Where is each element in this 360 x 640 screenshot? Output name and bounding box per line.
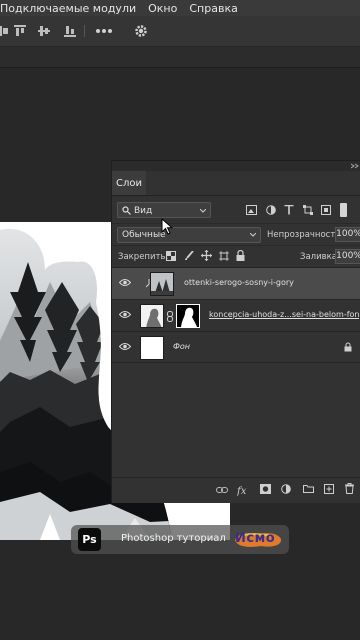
blend-mode-select[interactable]: Обычные bbox=[117, 227, 261, 243]
blend-opacity-row: Обычные Непрозрачность: 100% bbox=[112, 223, 360, 246]
lock-fill-row: Закрепить: Заливка: 100% bbox=[112, 245, 360, 268]
lock-artboard-icon[interactable] bbox=[219, 251, 229, 261]
fill-field[interactable]: 100% bbox=[335, 249, 360, 264]
settings-gear-icon[interactable] bbox=[134, 24, 148, 38]
layer-filter-row: Вид bbox=[112, 197, 360, 223]
layer-row-background[interactable]: Фон bbox=[112, 331, 360, 363]
align-top-icon[interactable] bbox=[14, 25, 26, 37]
layer-row-koncepcia[interactable]: koncepcia-uhoda-z...sei-na-belom-fone bbox=[112, 299, 360, 331]
delete-icon[interactable] bbox=[345, 483, 354, 494]
filter-smart-object-icon[interactable] bbox=[321, 205, 331, 215]
fx-icon[interactable]: fx bbox=[237, 484, 250, 496]
watermark-text: Photoshop туториал bbox=[121, 533, 226, 544]
layer-mask-thumbnail[interactable] bbox=[176, 304, 200, 328]
filter-type-icon[interactable] bbox=[284, 205, 294, 215]
lock-label: Закрепить: bbox=[118, 252, 169, 262]
chevron-down-icon bbox=[250, 233, 256, 237]
filter-kind-label: Вид bbox=[134, 206, 153, 216]
adjustment-icon[interactable] bbox=[281, 484, 291, 494]
align-vcenter-icon[interactable] bbox=[38, 25, 50, 37]
tutorial-watermark: Ps Photoshop туториал Исмо bbox=[71, 525, 289, 554]
group-icon[interactable] bbox=[303, 484, 314, 493]
lock-transparent-pixels-icon[interactable] bbox=[166, 251, 176, 261]
filter-kind-select[interactable]: Вид bbox=[117, 202, 211, 218]
visibility-eye-icon[interactable] bbox=[119, 310, 131, 319]
lock-all-icon[interactable] bbox=[236, 250, 245, 261]
layer-thumbnail bbox=[140, 304, 164, 328]
svg-text:fx: fx bbox=[237, 486, 247, 496]
panel-divider bbox=[112, 195, 360, 196]
chevron-down-icon bbox=[200, 209, 206, 213]
panel-header-bar bbox=[112, 161, 360, 171]
tab-layers[interactable]: Слои bbox=[112, 171, 146, 195]
layer-lock-icon bbox=[344, 342, 352, 352]
filter-pixel-icon[interactable] bbox=[246, 205, 257, 215]
filter-shape-icon[interactable] bbox=[303, 205, 313, 215]
search-icon bbox=[122, 206, 131, 215]
layers-panel-footer: fx bbox=[112, 477, 360, 503]
menu-window[interactable]: Окно bbox=[148, 2, 177, 15]
blend-mode-value: Обычные bbox=[122, 230, 166, 240]
layer-name: ottenki-serogo-sosny-i-gory bbox=[184, 278, 294, 287]
collapse-panel-icon[interactable] bbox=[351, 163, 359, 169]
visibility-eye-icon[interactable] bbox=[119, 278, 131, 287]
lock-position-move-icon[interactable] bbox=[201, 250, 212, 261]
menu-help[interactable]: Справка bbox=[189, 2, 237, 15]
lock-image-pixels-brush-icon[interactable] bbox=[184, 251, 194, 261]
mouse-cursor-icon bbox=[161, 218, 173, 235]
opacity-field[interactable]: 100% bbox=[335, 227, 360, 242]
fill-label: Заливка: bbox=[300, 252, 340, 262]
toolbar-divider bbox=[84, 25, 85, 37]
align-right-icon[interactable] bbox=[0, 25, 8, 37]
brand-name: Исмо bbox=[235, 531, 276, 546]
mask-icon[interactable] bbox=[260, 484, 271, 494]
new-layer-icon[interactable] bbox=[324, 484, 334, 494]
filter-toggle-switch[interactable] bbox=[340, 203, 347, 217]
options-bar bbox=[0, 16, 360, 47]
mask-link-chain-icon[interactable] bbox=[167, 311, 173, 322]
layers-panel: Слои Вид Обычные Непрозрачность: 100% За… bbox=[111, 160, 360, 503]
menu-plugins[interactable]: Подключаемые модули bbox=[0, 2, 136, 15]
layer-thumbnail bbox=[140, 336, 164, 360]
visibility-eye-icon[interactable] bbox=[119, 342, 131, 351]
tab-layers-label: Слои bbox=[116, 177, 142, 189]
layer-row-ottenki[interactable]: ottenki-serogo-sosny-i-gory bbox=[112, 267, 360, 299]
link-icon[interactable] bbox=[216, 486, 228, 494]
align-bottom-icon[interactable] bbox=[64, 25, 76, 37]
layer-name: koncepcia-uhoda-z...sei-na-belom-fone bbox=[209, 310, 359, 319]
layer-name: Фон bbox=[173, 342, 191, 351]
photoshop-logo: Ps bbox=[78, 528, 101, 551]
menu-bar: Подключаемые модули Окно Справка bbox=[0, 0, 360, 16]
document-tab-strip bbox=[0, 47, 360, 68]
more-options-icon[interactable] bbox=[96, 28, 112, 34]
layer-thumbnail bbox=[150, 272, 174, 296]
opacity-label: Непрозрачность: bbox=[267, 230, 344, 240]
filter-adjustment-icon[interactable] bbox=[266, 205, 276, 215]
